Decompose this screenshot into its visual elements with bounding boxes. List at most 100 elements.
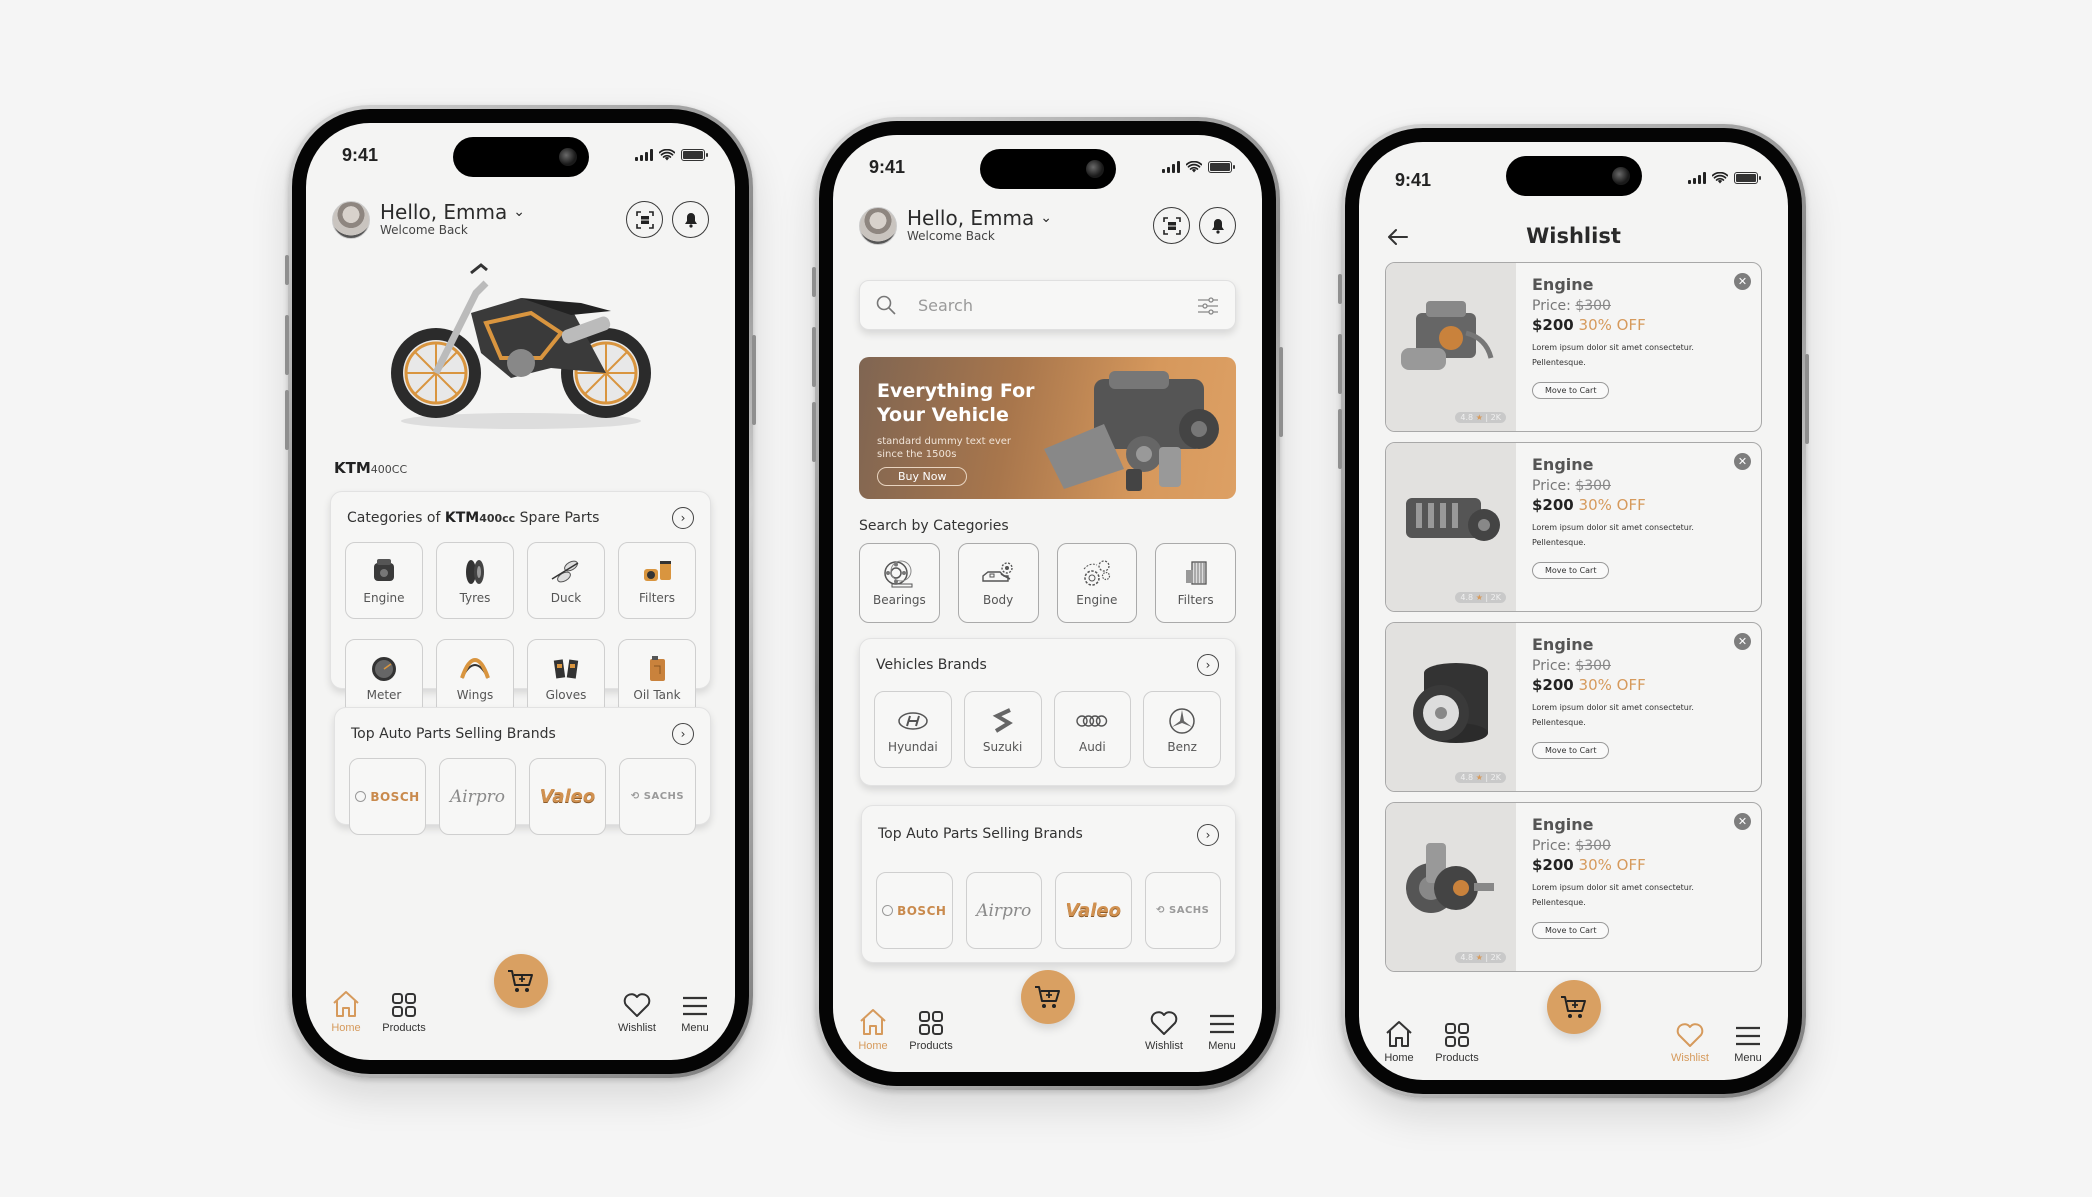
brand-tile-sachs[interactable]: ⟲ SACHS: [1144, 872, 1221, 949]
phone-home-search: 9:41 Hello, Emma ⌄ Welcome Back Search E…: [812, 117, 1283, 1090]
brand-tile-valeo[interactable]: Valeo: [1055, 872, 1132, 949]
remove-item-button[interactable]: ✕: [1734, 633, 1751, 650]
star-icon: ★: [1475, 593, 1483, 602]
product-image[interactable]: 4.8 ★ | 2K: [1386, 803, 1516, 971]
status-icons: [1162, 161, 1235, 173]
grid-icon: [1445, 1023, 1469, 1047]
category-tile-filters[interactable]: Filters: [618, 542, 696, 619]
nav-menu[interactable]: Menu: [1190, 1012, 1254, 1052]
scan-button[interactable]: [1153, 207, 1190, 244]
category-tile-duck[interactable]: Duck: [527, 542, 605, 619]
brand-tile-audi[interactable]: Audi: [1053, 691, 1132, 768]
product-image[interactable]: 4.8 ★ | 2K: [1386, 263, 1516, 431]
wishlist-item[interactable]: 4.8 ★ | 2K Engine Price: $300 $200 30% OFF L…: [1385, 802, 1762, 972]
buy-now-button[interactable]: Buy Now: [877, 467, 968, 486]
cart-button[interactable]: [493, 954, 548, 1008]
battery-icon: [1734, 172, 1761, 184]
welcome-subtitle: Welcome Back: [380, 223, 468, 237]
filter-icon[interactable]: [1197, 296, 1219, 316]
remove-item-button[interactable]: ✕: [1734, 813, 1751, 830]
heart-icon: [1150, 1011, 1178, 1035]
nav-products[interactable]: Products: [1425, 1022, 1489, 1064]
nav-products[interactable]: Products: [372, 992, 436, 1034]
brand-tile-airpro[interactable]: Airpro: [965, 872, 1042, 949]
category-tile-engine[interactable]: Engine: [345, 542, 423, 619]
top-brands-see-all-button[interactable]: ›: [1197, 824, 1219, 846]
close-icon: ✕: [1737, 635, 1748, 648]
move-to-cart-button[interactable]: Move to Cart: [1532, 382, 1610, 399]
avatar[interactable]: [332, 201, 370, 239]
brand-tile-hyundai[interactable]: Hyundai: [874, 691, 952, 768]
category-tile-oil-tank[interactable]: Oil Tank: [618, 639, 696, 716]
wishlist-item[interactable]: 4.8 ★ | 2K Engine Price: $300 $200 30% OFF L…: [1385, 262, 1762, 432]
nav-home[interactable]: Home: [1367, 1020, 1431, 1064]
nav-products[interactable]: Products: [899, 1010, 963, 1052]
cart-button[interactable]: [1546, 980, 1601, 1034]
nav-menu[interactable]: Menu: [663, 994, 727, 1034]
notification-button[interactable]: [672, 201, 709, 238]
brand-tile-suzuki[interactable]: Suzuki: [963, 691, 1042, 768]
notification-button[interactable]: [1199, 207, 1236, 244]
nav-menu[interactable]: Menu: [1716, 1024, 1780, 1064]
search-by-categories-title: Search by Categories: [859, 518, 1009, 534]
clutch-assembly-image: [1406, 843, 1494, 913]
screen: 9:41 Hello, Emma ⌄ Welcome Back Search E…: [833, 135, 1262, 1072]
brand-tile-valeo[interactable]: Valeo: [529, 758, 606, 835]
scan-button[interactable]: [626, 201, 663, 238]
scan-icon: [635, 210, 654, 229]
nav-wishlist[interactable]: Wishlist: [605, 992, 669, 1034]
brand-tile-bosch[interactable]: BOSCH: [876, 872, 953, 949]
status-time: 9:41: [342, 145, 379, 165]
nav-wishlist[interactable]: Wishlist: [1132, 1010, 1196, 1052]
bell-icon: [684, 212, 697, 228]
nav-home[interactable]: Home: [841, 1008, 905, 1052]
remove-item-button[interactable]: ✕: [1734, 273, 1751, 290]
brand-tile-benz[interactable]: Benz: [1143, 691, 1221, 768]
search-input[interactable]: Search: [918, 296, 973, 315]
greeting[interactable]: Hello, Emma ⌄ Welcome Back: [380, 201, 525, 237]
remove-item-button[interactable]: ✕: [1734, 453, 1751, 470]
brand-tile-sachs[interactable]: ⟲ SACHS: [619, 758, 696, 835]
category-tile-engine[interactable]: Engine: [1056, 543, 1138, 623]
greeting[interactable]: Hello, Emma ⌄ Welcome Back: [907, 207, 1052, 243]
top-brands-title: Top Auto Parts Selling Brands: [878, 826, 1083, 842]
category-tile-tyres[interactable]: Tyres: [436, 542, 514, 619]
product-image[interactable]: 4.8 ★ | 2K: [1386, 443, 1516, 611]
move-to-cart-button[interactable]: Move to Cart: [1532, 742, 1610, 759]
wishlist-item[interactable]: 4.8 ★ | 2K Engine Price: $300 $200 30% OFF L…: [1385, 622, 1762, 792]
bosch-logo: BOSCH: [882, 904, 946, 918]
search-bar[interactable]: Search: [859, 280, 1236, 330]
dynamic-island: [1505, 156, 1642, 196]
categories-see-all-button[interactable]: ›: [672, 507, 694, 529]
product-image[interactable]: 4.8 ★ | 2K: [1386, 623, 1516, 791]
status-time: 9:41: [1395, 170, 1432, 190]
engine-parts-image: [1044, 371, 1219, 491]
discounted-price: $200 30% OFF: [1532, 316, 1646, 334]
promo-banner[interactable]: Everything For Your Vehicle standard dumm…: [859, 357, 1236, 499]
brand-tile-bosch[interactable]: BOSCH: [349, 758, 426, 835]
power-button: [1805, 354, 1809, 444]
move-to-cart-button[interactable]: Move to Cart: [1532, 922, 1610, 939]
menu-icon: [1210, 1014, 1234, 1034]
cart-button[interactable]: [1020, 970, 1075, 1024]
chevron-down-icon: ⌄: [1040, 210, 1052, 226]
nav-wishlist[interactable]: Wishlist: [1658, 1022, 1722, 1064]
avatar[interactable]: [859, 207, 897, 245]
battery-icon: [681, 149, 708, 161]
category-tile-wings[interactable]: Wings: [436, 639, 514, 716]
wishlist-item[interactable]: 4.8 ★ | 2K Engine Price: $300 $200 30% OFF L…: [1385, 442, 1762, 612]
category-tile-bearings[interactable]: Bearings: [859, 543, 940, 623]
tyres-stack-image: [1413, 663, 1488, 743]
move-to-cart-button[interactable]: Move to Cart: [1532, 562, 1610, 579]
brand-tile-airpro[interactable]: Airpro: [439, 758, 516, 835]
category-tile-gloves[interactable]: Gloves: [527, 639, 605, 716]
wifi-icon: [1186, 161, 1202, 173]
nav-home[interactable]: Home: [314, 990, 378, 1034]
category-tile-body[interactable]: Body: [957, 543, 1039, 623]
category-tile-meter[interactable]: Meter: [345, 639, 423, 716]
vehicle-brands-see-all-button[interactable]: ›: [1197, 654, 1219, 676]
audi-logo-icon: [1076, 714, 1108, 727]
product-description: Lorem ipsum dolor sit amet consectetur. P…: [1532, 703, 1694, 727]
category-tile-filters[interactable]: Filters: [1155, 543, 1236, 623]
top-brands-see-all-button[interactable]: ›: [672, 723, 694, 745]
